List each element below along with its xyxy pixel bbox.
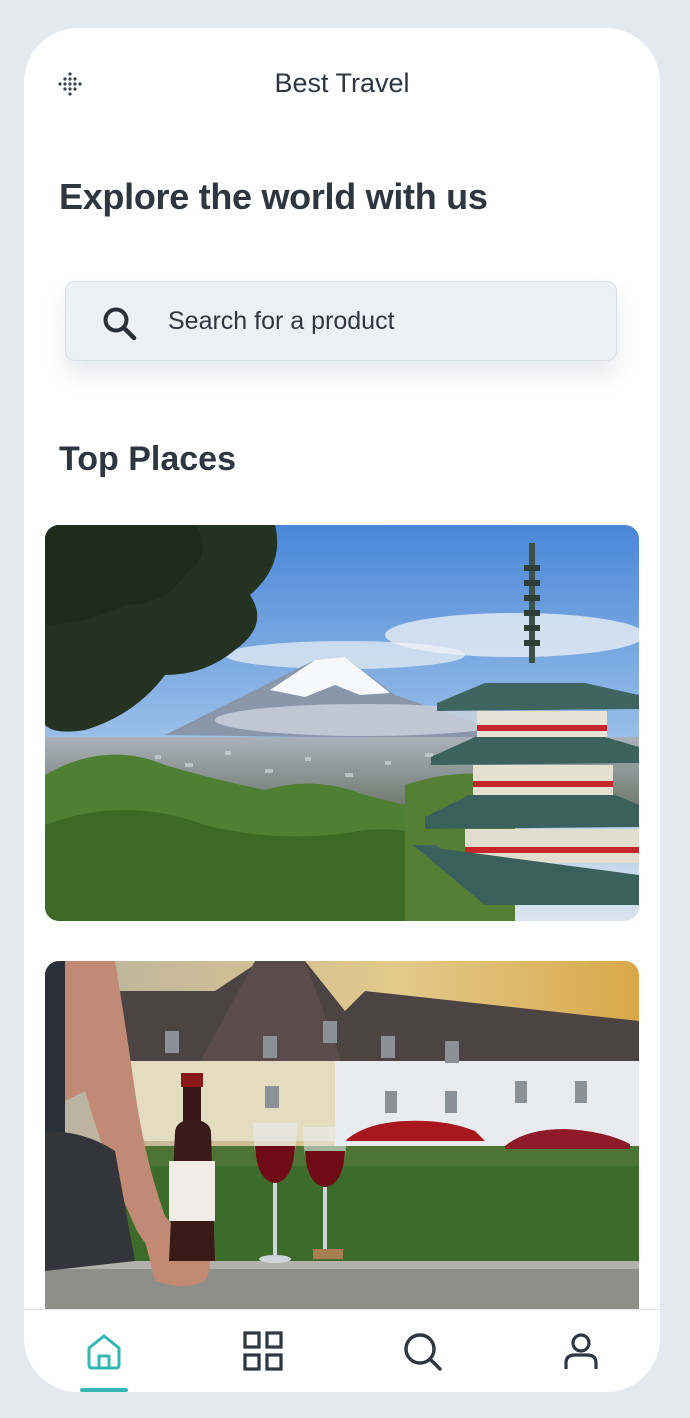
place-card-wine[interactable] bbox=[45, 961, 639, 1321]
active-tab-indicator bbox=[80, 1388, 128, 1392]
tab-home[interactable] bbox=[24, 1310, 183, 1392]
bottom-tab-bar bbox=[24, 1309, 660, 1392]
place-card-fuji[interactable] bbox=[45, 525, 639, 921]
phone-frame: Best Travel Explore the world with us To… bbox=[24, 28, 660, 1392]
search-bar[interactable] bbox=[65, 281, 617, 361]
search-icon bbox=[103, 307, 137, 341]
tab-search[interactable] bbox=[342, 1310, 501, 1392]
mount-fuji-pagoda-photo bbox=[45, 525, 639, 921]
section-title-top-places: Top Places bbox=[59, 440, 236, 478]
wine-tasting-chateau-photo bbox=[45, 961, 639, 1321]
page-headline: Explore the world with us bbox=[59, 176, 488, 217]
home-icon bbox=[87, 1334, 120, 1370]
app-title: Best Travel bbox=[274, 68, 410, 98]
tab-profile[interactable] bbox=[501, 1310, 660, 1392]
tab-categories[interactable] bbox=[183, 1310, 342, 1392]
search-icon bbox=[403, 1333, 442, 1371]
search-input[interactable] bbox=[168, 282, 588, 360]
user-icon bbox=[563, 1333, 598, 1369]
top-bar: Best Travel bbox=[24, 28, 660, 140]
grid-icon bbox=[242, 1331, 283, 1371]
